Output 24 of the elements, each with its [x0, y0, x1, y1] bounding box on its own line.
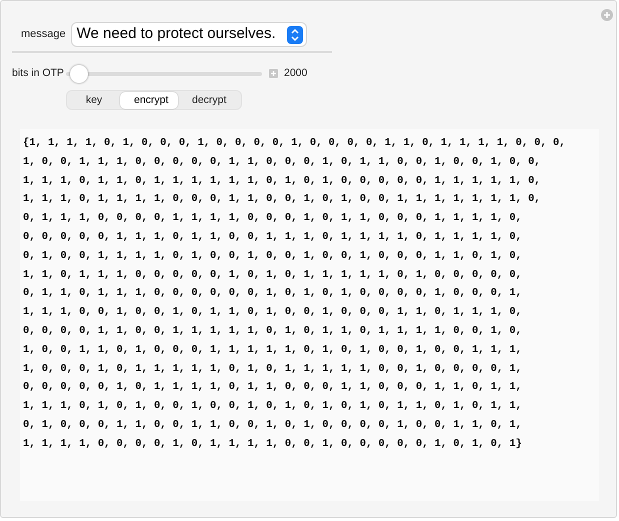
output-line: 0, 0, 0, 0, 0, 1, 0, 1, 1, 1, 1, 0, 1, 1, 0, 0, 0, 1, 1, 0, 0, 0, 1, 1, 0, 1, 1,	[23, 380, 522, 396]
slider-value: 2000	[284, 66, 308, 81]
output-line: 0, 1, 0, 0, 0, 1, 1, 0, 0, 1, 1, 0, 0, 1, 0, 1, 0, 0, 0, 0, 1, 0, 0, 1, 1, 0, 1,	[23, 418, 522, 433]
tab[interactable]: encrypt	[120, 92, 178, 109]
slider-label: bits in OTP	[12, 66, 62, 81]
output-line: 1, 1, 1, 1, 0, 0, 0, 0, 1, 0, 1, 1, 1, 1, 0, 0, 1, 0, 0, 0, 0, 0, 1, 0, 1, 0, 1}	[23, 436, 522, 452]
output-line: 0, 1, 1, 1, 0, 0, 0, 0, 1, 1, 1, 1, 0, 0, 0, 1, 0, 1, 1, 0, 0, 0, 1, 1, 1, 1, 0,	[23, 211, 522, 226]
output-line: {1, 1, 1, 1, 0, 1, 0, 0, 0, 1, 0, 0, 0, 0, 1, 0, 0, 0, 0, 1, 1, 0, 1, 1, 1, 1, 0, 0, 0,	[23, 136, 566, 151]
output-line: 1, 1, 0, 1, 1, 1, 0, 0, 0, 0, 0, 1, 0, 1, 0, 1, 1, 1, 1, 1, 0, 1, 0, 0, 0, 0, 0,	[23, 268, 522, 283]
output-line: 0, 1, 0, 0, 1, 1, 1, 1, 0, 1, 0, 0, 1, 0, 0, 1, 0, 0, 1, 0, 0, 0, 1, 1, 0, 1, 0,	[23, 248, 522, 264]
tab[interactable]: key	[68, 92, 120, 109]
output-line: 0, 0, 0, 0, 1, 1, 0, 0, 1, 1, 1, 1, 1, 0, 1, 0, 1, 1, 0, 1, 1, 1, 1, 0, 0, 1, 0,	[23, 324, 522, 339]
output-line: 0, 1, 1, 0, 1, 1, 1, 0, 0, 0, 0, 0, 0, 1, 0, 1, 0, 1, 0, 0, 0, 0, 1, 0, 0, 0, 1,	[23, 286, 522, 302]
output-line: 1, 0, 0, 0, 1, 0, 1, 1, 1, 1, 1, 0, 1, 0, 1, 1, 1, 1, 1, 0, 0, 1, 0, 0, 0, 0, 1,	[23, 362, 522, 377]
output-line: 1, 0, 0, 1, 1, 1, 0, 0, 0, 0, 0, 1, 1, 0, 0, 0, 1, 0, 1, 1, 0, 0, 1, 0, 0, 1, 0, 0,	[23, 154, 541, 170]
output-line: 1, 1, 1, 0, 1, 0, 1, 0, 0, 1, 0, 0, 1, 0, 1, 0, 1, 0, 1, 0, 1, 1, 0, 1, 0, 1, 1,	[23, 399, 522, 414]
output-line: 1, 0, 0, 1, 1, 0, 1, 0, 0, 0, 1, 1, 1, 1, 1, 0, 1, 0, 1, 0, 0, 1, 0, 0, 1, 1, 1,	[23, 342, 522, 358]
message-dropdown[interactable]: We need to protect ourselves.	[72, 23, 306, 46]
message-label: message	[21, 27, 66, 42]
output-line: 1, 1, 1, 0, 1, 1, 0, 1, 1, 1, 1, 1, 1, 0, 1, 0, 1, 0, 0, 0, 0, 0, 1, 1, 1, 1, 1, 0,	[23, 174, 541, 189]
tab[interactable]: decrypt	[178, 92, 240, 109]
output-line: 0, 0, 0, 0, 0, 1, 1, 1, 0, 1, 1, 0, 0, 1, 1, 1, 0, 1, 1, 1, 1, 0, 1, 1, 1, 1, 0,	[23, 230, 522, 245]
output-line: 1, 1, 1, 0, 0, 1, 0, 0, 1, 0, 1, 1, 0, 1, 0, 0, 1, 0, 0, 0, 1, 1, 0, 1, 1, 1, 0,	[23, 305, 522, 320]
output-line: 1, 1, 1, 0, 1, 1, 1, 1, 0, 0, 0, 1, 1, 0, 0, 1, 0, 1, 0, 0, 1, 1, 1, 1, 1, 1, 1, 0,	[23, 192, 541, 208]
